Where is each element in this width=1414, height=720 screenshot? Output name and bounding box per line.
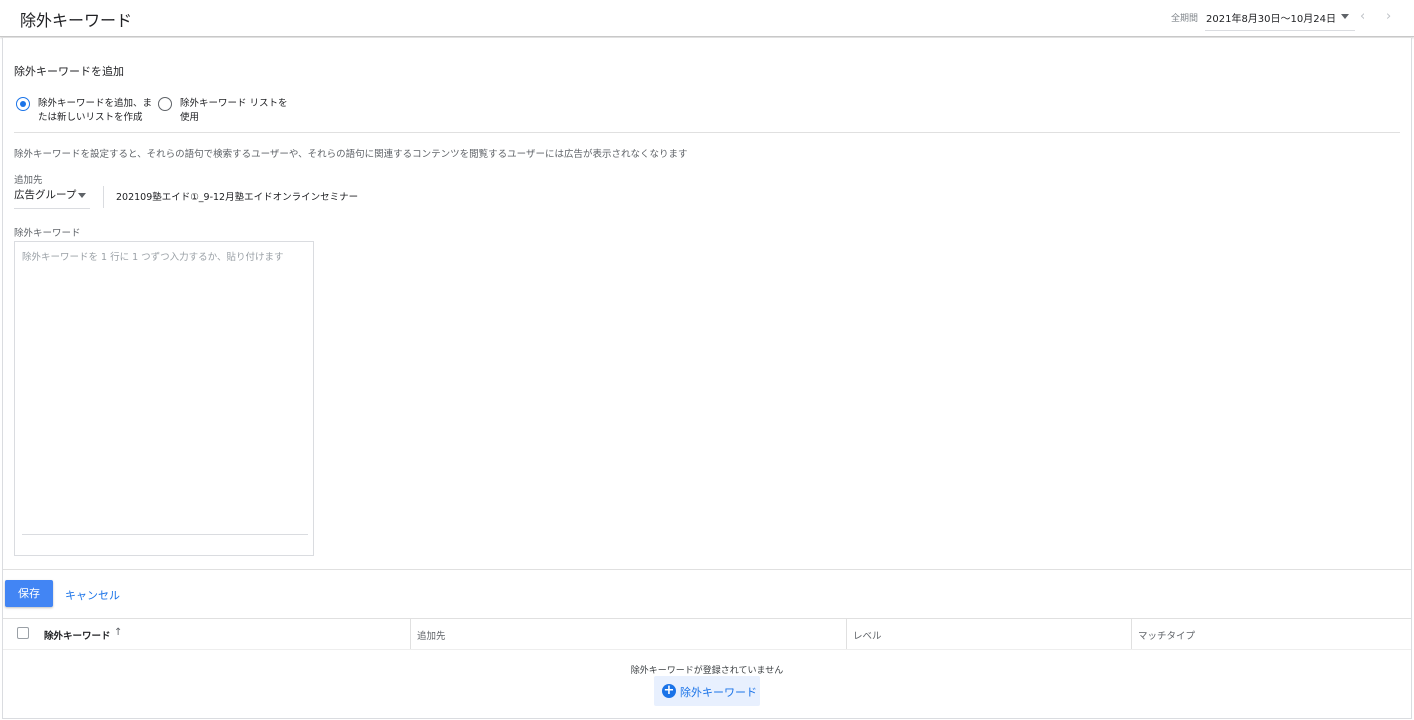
date-range-selector[interactable]: 2021年8月30日～10月24日 [1206,10,1336,25]
divider [14,132,1400,133]
table-header: 除外キーワード ↑ 追加先 レベル マッチタイプ [3,619,1411,649]
save-button[interactable]: 保存 [5,580,53,607]
page-title: 除外キーワード [20,11,133,30]
radio-add-keywords-label[interactable]: 除外キーワードを追加、ま たは新しいリストを作成 [38,97,152,125]
add-button-label: 除外キーワード [680,686,757,699]
date-range-underline [1205,30,1355,31]
keywords-label: 除外キーワード [14,228,81,239]
chevron-right-icon[interactable]: › [1386,9,1391,24]
radio-use-list-label[interactable]: 除外キーワード リストを 使用 [180,97,288,125]
add-negative-keyword-button[interactable]: + 除外キーワード [654,676,760,706]
cancel-button[interactable]: キャンセル [65,587,120,603]
select-all-checkbox[interactable] [17,627,29,639]
textarea-underline [22,534,308,535]
radio-use-list[interactable] [158,97,172,111]
sort-ascending-icon[interactable]: ↑ [114,627,122,638]
column-header-target[interactable]: 追加先 [417,628,446,642]
target-type-dropdown[interactable]: 広告グループ [14,187,90,209]
chevron-left-icon[interactable]: ‹ [1360,9,1365,24]
adgroup-name: 202109塾エイド①_9-12月塾エイドオンラインセミナー [116,192,359,203]
add-circle-icon: + [662,683,676,698]
keywords-placeholder: 除外キーワードを 1 行に 1 つずつ入力するか、貼り付けます [22,252,284,263]
divider [3,569,1411,570]
column-separator [846,619,847,649]
column-header-match-type[interactable]: マッチタイプ [1138,628,1195,642]
target-label: 追加先 [14,175,43,186]
radio-list-label-line2: 使用 [180,112,200,123]
target-type-value: 広告グループ [14,189,77,201]
date-range-label: 全期間 [1171,14,1199,24]
radio-add-keywords[interactable] [16,97,30,111]
info-text: 除外キーワードを設定すると、それらの語句で検索するユーザーや、それらの語句に関連… [14,149,688,160]
vertical-separator [103,186,104,208]
column-separator [1131,619,1132,649]
keywords-textarea[interactable]: 除外キーワードを 1 行に 1 つずつ入力するか、貼り付けます [14,241,314,556]
top-bar: 除外キーワード 全期間 2021年8月30日～10月24日 ‹ › [0,0,1414,37]
date-range-dropdown-icon[interactable] [1341,14,1349,19]
column-separator [410,619,411,649]
radio-list-label-line1: 除外キーワード リストを [180,98,288,109]
empty-state-message: 除外キーワードが登録されていません [630,666,784,676]
divider [3,649,1411,650]
section-title: 除外キーワードを追加 [14,65,124,78]
caret-down-icon [78,193,86,198]
radio-add-label-line1: 除外キーワードを追加、ま [38,98,153,109]
column-header-keyword[interactable]: 除外キーワード [44,628,111,642]
radio-add-label-line2: たは新しいリストを作成 [38,112,143,123]
column-header-level[interactable]: レベル [853,628,882,642]
